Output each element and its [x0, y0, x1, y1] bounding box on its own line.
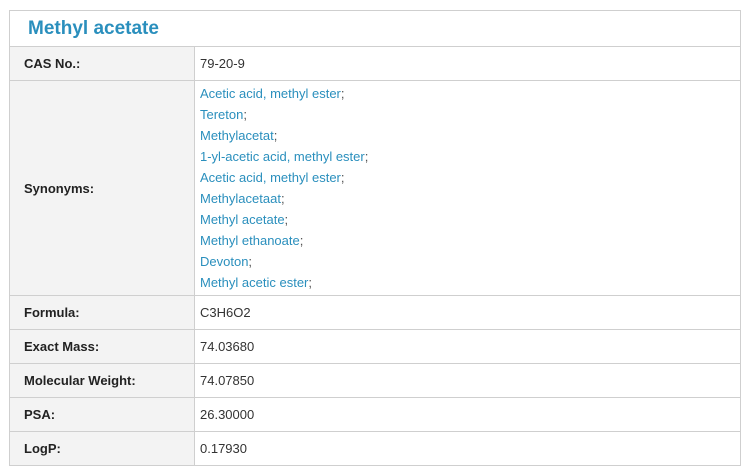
- formula-value: C3H6O2: [194, 295, 740, 330]
- cas-label: CAS No.:: [10, 47, 195, 81]
- logp-value: 0.17930: [194, 431, 740, 465]
- synonym-link[interactable]: Tereton;: [200, 104, 735, 125]
- synonyms-list: Acetic acid, methyl ester; Tereton; Meth…: [194, 80, 740, 296]
- psa-label: PSA:: [10, 397, 195, 432]
- synonym-link[interactable]: Devoton;: [200, 251, 735, 272]
- row-psa: PSA: 26.30000: [10, 397, 740, 432]
- psa-value: 26.30000: [194, 397, 740, 432]
- molecular-weight-value: 74.07850: [194, 363, 740, 398]
- synonym-link[interactable]: 1-yl-acetic acid, methyl ester;: [200, 146, 735, 167]
- synonym-link[interactable]: Methyl acetate;: [200, 209, 735, 230]
- exact-mass-value: 74.03680: [194, 329, 740, 364]
- compound-info-card: Methyl acetate CAS No.: 79-20-9 Synonyms…: [9, 10, 741, 466]
- properties-table: CAS No.: 79-20-9 Synonyms: Acetic acid, …: [10, 47, 740, 465]
- synonyms-label: Synonyms:: [10, 80, 195, 296]
- row-logp: LogP: 0.17930: [10, 431, 740, 465]
- exact-mass-label: Exact Mass:: [10, 329, 195, 364]
- synonym-link[interactable]: Methyl acetic ester;: [200, 272, 735, 293]
- synonym-link[interactable]: Acetic acid, methyl ester;: [200, 83, 735, 104]
- row-synonyms: Synonyms: Acetic acid, methyl ester; Ter…: [10, 80, 740, 296]
- cas-value: 79-20-9: [194, 47, 740, 81]
- row-cas: CAS No.: 79-20-9: [10, 47, 740, 81]
- title-bar: Methyl acetate: [10, 11, 740, 47]
- formula-label: Formula:: [10, 295, 195, 330]
- row-formula: Formula: C3H6O2: [10, 295, 740, 330]
- synonym-link[interactable]: Methylacetaat;: [200, 188, 735, 209]
- synonym-link[interactable]: Methylacetat;: [200, 125, 735, 146]
- molecular-weight-label: Molecular Weight:: [10, 363, 195, 398]
- synonym-link[interactable]: Methyl ethanoate;: [200, 230, 735, 251]
- row-molecular-weight: Molecular Weight: 74.07850: [10, 363, 740, 398]
- synonym-link[interactable]: Acetic acid, methyl ester;: [200, 167, 735, 188]
- logp-label: LogP:: [10, 431, 195, 465]
- compound-title: Methyl acetate: [28, 17, 159, 39]
- row-exact-mass: Exact Mass: 74.03680: [10, 329, 740, 364]
